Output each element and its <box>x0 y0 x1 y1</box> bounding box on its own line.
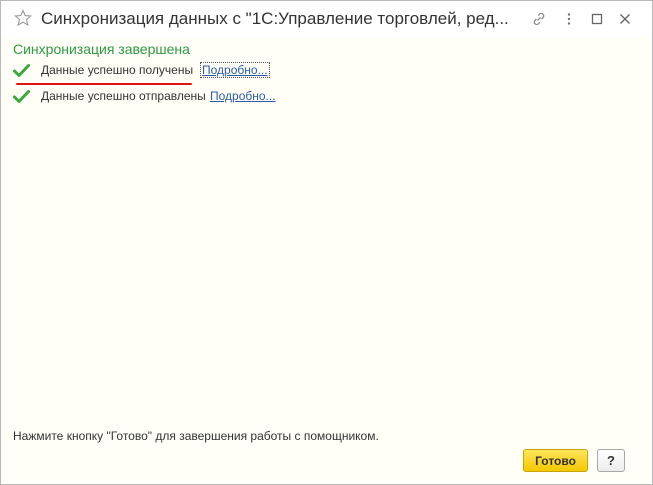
sync-window: Синхронизация данных с "1С:Управление то… <box>0 0 653 485</box>
status-item-label: Данные успешно отправлены <box>41 89 206 103</box>
status-item-label: Данные успешно получены <box>41 63 194 77</box>
more-icon[interactable] <box>561 11 577 27</box>
checkmark-icon <box>13 89 30 104</box>
help-button[interactable]: ? <box>597 449 625 472</box>
details-link-sent[interactable]: Подробно... <box>210 89 276 103</box>
status-heading: Синхронизация завершена <box>13 41 190 57</box>
done-button[interactable]: Готово <box>523 449 588 472</box>
close-icon[interactable] <box>617 11 633 27</box>
title-bar: Синхронизация данных с "1С:Управление то… <box>1 1 652 37</box>
wizard-content: Синхронизация завершена Данные успешно п… <box>1 37 652 484</box>
checkmark-icon <box>13 63 30 78</box>
window-title: Синхронизация данных с "1С:Управление то… <box>41 9 509 28</box>
footer-hint: Нажмите кнопку "Готово" для завершения р… <box>13 429 379 443</box>
maximize-icon[interactable] <box>589 11 605 27</box>
star-icon[interactable] <box>14 9 32 27</box>
highlight-underline <box>16 83 192 85</box>
details-link-received[interactable]: Подробно... <box>200 62 270 78</box>
link-icon[interactable] <box>531 11 547 27</box>
